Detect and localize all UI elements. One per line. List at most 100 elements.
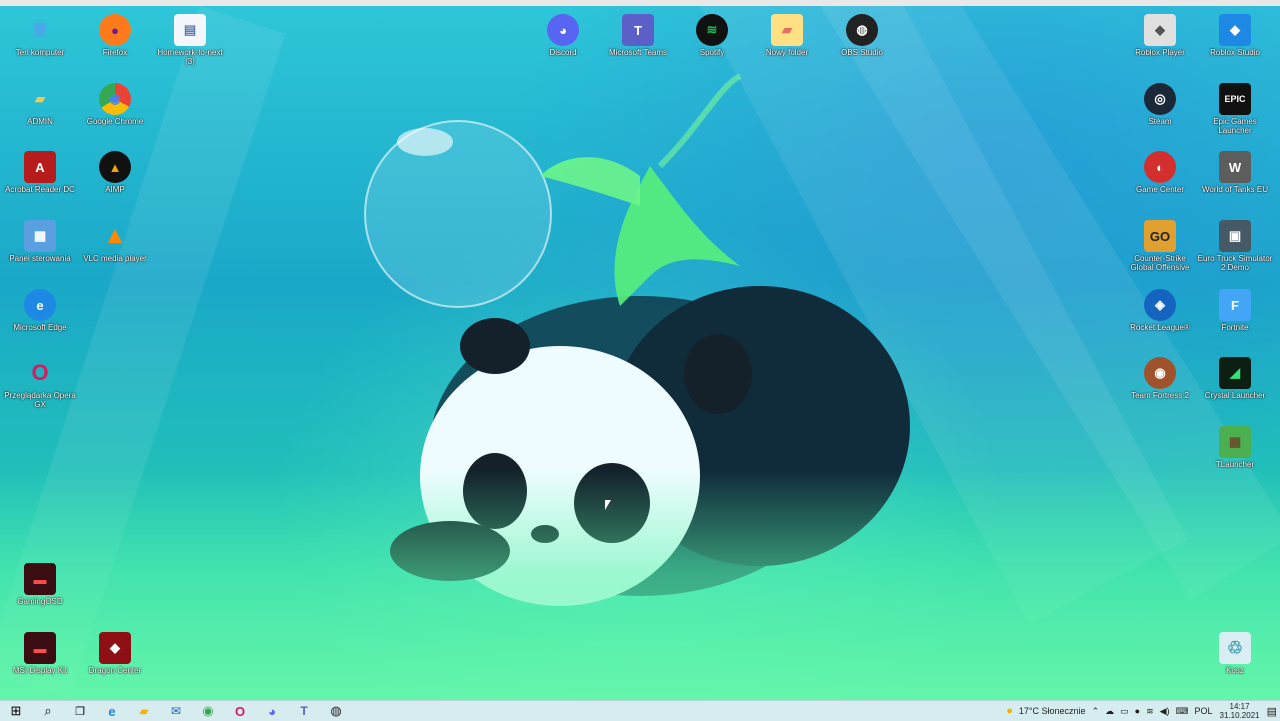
teams-icon: T xyxy=(300,704,308,718)
desktop-icon-label: Fortnite xyxy=(1221,323,1249,332)
language-indicator[interactable]: POL xyxy=(1195,706,1213,716)
desktop-icon-label: GamingOSD xyxy=(17,597,63,606)
edge-taskbar-button[interactable]: e xyxy=(96,701,128,721)
desktop-icon-fortnite[interactable]: F Fortnite xyxy=(1197,289,1273,332)
desktop-icon-team-fortress-2[interactable]: ◉ Team Fortress 2 xyxy=(1122,357,1198,400)
desktop-icon-msi-display-kit[interactable]: ▬ MSI Display Kit xyxy=(2,632,78,675)
desktop-icon-nowy-folder[interactable]: ▰ Nowy folder xyxy=(749,14,825,57)
firefox-icon: ● xyxy=(99,14,131,46)
discord-icon: ◕ xyxy=(268,703,276,719)
desktop-icon-tlauncher[interactable]: ▦ TLauncher xyxy=(1197,426,1273,469)
desktop-icon-label: Panel sterowania xyxy=(9,254,71,263)
task-view-button[interactable]: ❐ xyxy=(64,701,96,721)
desktop-icon-label: Firefox xyxy=(102,48,128,57)
desktop-icon-microsoft-edge[interactable]: e Microsoft Edge xyxy=(2,289,78,332)
keyboard-icon[interactable]: ⌨ xyxy=(1176,706,1189,717)
euro-truck-icon: ▣ xyxy=(1219,220,1251,252)
desktop-icon-microsoft-teams[interactable]: T Microsoft Teams xyxy=(600,14,676,57)
desktop-icon-opera-gx[interactable]: O Przeglądarka Opera GX xyxy=(2,357,78,409)
fortnite-icon: F xyxy=(1219,289,1251,321)
steam-icon: ◎ xyxy=(1144,83,1176,115)
desktop-icon-label: Crystal Launcher xyxy=(1204,391,1266,400)
system-tray: ● 17°C Słonecznie ⌃ ☁ ▭ ● ≋ ◀) ⌨ POL 14:… xyxy=(1003,701,1280,721)
mail-icon: ✉ xyxy=(170,704,182,718)
desktop-icon-epic-games[interactable]: EPIC Epic Games Launcher xyxy=(1197,83,1273,135)
desktop-icon-google-chrome[interactable]: ◉ Google Chrome xyxy=(77,83,153,126)
desktop-icon-label: Ten komputer xyxy=(15,48,65,57)
teams-icon: T xyxy=(622,14,654,46)
desktop-icon-panel-sterowania[interactable]: ▦ Panel sterowania xyxy=(2,220,78,263)
network-icon[interactable]: ☁ xyxy=(1105,706,1114,717)
desktop-icon-label: Dragon Center xyxy=(88,666,142,675)
desktop-icon-dragon-center[interactable]: ◆ Dragon Center xyxy=(77,632,153,675)
desktop-icon-label: Acrobat Reader DC xyxy=(5,185,75,194)
teams-taskbar-button[interactable]: T xyxy=(288,701,320,721)
search-icon: ⌕ xyxy=(44,703,52,718)
desktop-icon-label: Roblox Player xyxy=(1135,48,1185,57)
search-button[interactable]: ⌕ xyxy=(32,701,64,721)
explorer-taskbar-button[interactable]: ▰ xyxy=(128,701,160,721)
folder-icon: ▰ xyxy=(771,14,803,46)
desktop-icon-label: TLauncher xyxy=(1215,460,1255,469)
obs-icon: ◍ xyxy=(330,703,342,718)
start-button[interactable]: ⊞ xyxy=(0,701,32,721)
desktop-icon-admin[interactable]: ▰ ADMIN xyxy=(2,83,78,126)
desktop-icon-label: Team Fortress 2 xyxy=(1131,391,1189,400)
desktop-icon-roblox-player[interactable]: ◆ Roblox Player xyxy=(1122,14,1198,57)
desktop-icon-aimp[interactable]: ▲ AIMP xyxy=(77,151,153,194)
desktop-icon-kosz[interactable]: ♲ Kosz xyxy=(1197,632,1273,675)
recycle-bin-icon: ♲ xyxy=(1219,632,1251,664)
desktop-icon-label: Epic Games Launcher xyxy=(1213,117,1257,135)
clock-date: 31.10.2021 xyxy=(1219,711,1260,720)
desktop-icon-obs-studio[interactable]: ◍ OBS Studio xyxy=(824,14,900,57)
discord-taskbar-button[interactable]: ◕ xyxy=(256,701,288,721)
clock-time: 14:17 xyxy=(1229,702,1250,711)
computer-icon: 🖥 xyxy=(31,22,49,37)
wifi-icon[interactable]: ≋ xyxy=(1146,706,1154,717)
desktop-icon-label: Roblox Studio xyxy=(1210,48,1260,57)
desktop-icon-ten-komputer[interactable]: 🖥 Ten komputer xyxy=(2,14,78,57)
weather-widget[interactable]: 17°C Słonecznie xyxy=(1019,706,1086,716)
chrome-icon: ◉ xyxy=(99,83,131,115)
battery-icon[interactable]: ▭ xyxy=(1120,706,1129,717)
document-icon: ▤ xyxy=(174,14,206,46)
world-of-tanks-icon: W xyxy=(1219,151,1251,183)
desktop-icon-label: Counter-Strike Global Offensive xyxy=(1130,254,1190,272)
desktop-icon-crystal-launcher[interactable]: ◢ Crystal Launcher xyxy=(1197,357,1273,400)
aimp-icon: ▲ xyxy=(99,151,131,183)
desktop-icon-label: ADMIN xyxy=(27,117,53,126)
show-hidden-icons-icon[interactable]: ⌃ xyxy=(1092,706,1100,717)
folder-icon: ▰ xyxy=(139,704,149,718)
desktop-icon-rocket-league[interactable]: ◈ Rocket League® xyxy=(1122,289,1198,332)
desktop-icon-game-center[interactable]: ◐ Game Center xyxy=(1122,151,1198,194)
desktop-icon-homework[interactable]: ▤ Homework-to-next (3) xyxy=(152,14,228,66)
microphone-icon[interactable]: ● xyxy=(1135,706,1140,716)
gaming-osd-icon: ▬ xyxy=(24,563,56,595)
desktop-icon-steam[interactable]: ◎ Steam xyxy=(1122,83,1198,126)
chrome-taskbar-button[interactable]: ◉ xyxy=(192,701,224,721)
desktop-icon-vlc[interactable]: ▲ VLC media player xyxy=(77,220,153,263)
notifications-icon[interactable]: ▤ xyxy=(1267,705,1277,718)
desktop-icon-gamingosd[interactable]: ▬ GamingOSD xyxy=(2,563,78,606)
discord-icon: ◕ xyxy=(547,14,579,46)
vlc-icon: ▲ xyxy=(103,222,127,249)
desktop-icon-label: Euro Truck Simulator 2 Demo xyxy=(1197,254,1273,272)
desktop-icon-roblox-studio[interactable]: ◆ Roblox Studio xyxy=(1197,14,1273,57)
desktop-icon-euro-truck[interactable]: ▣ Euro Truck Simulator 2 Demo xyxy=(1197,220,1273,272)
desktop-icon-spotify[interactable]: ≋ Spotify xyxy=(674,14,750,57)
desktop-icon-discord[interactable]: ◕ Discord xyxy=(525,14,601,57)
desktop[interactable]: 🖥 Ten komputer ▰ ADMIN A Acrobat Reader … xyxy=(0,6,1280,700)
desktop-icon-firefox[interactable]: ● Firefox xyxy=(77,14,153,57)
desktop-icon-acrobat-reader[interactable]: A Acrobat Reader DC xyxy=(2,151,78,194)
volume-icon[interactable]: ◀) xyxy=(1160,706,1170,717)
desktop-icon-csgo[interactable]: GO Counter-Strike Global Offensive xyxy=(1122,220,1198,272)
clock[interactable]: 14:17 31.10.2021 xyxy=(1220,702,1260,720)
opera-taskbar-button[interactable]: O xyxy=(224,701,256,721)
roblox-studio-icon: ◆ xyxy=(1219,14,1251,46)
desktop-icon-label: Przeglądarka Opera GX xyxy=(4,391,76,409)
desktop-icon-label: Microsoft Teams xyxy=(608,48,668,57)
acrobat-icon: A xyxy=(24,151,56,183)
mail-taskbar-button[interactable]: ✉ xyxy=(160,701,192,721)
obs-taskbar-button[interactable]: ◍ xyxy=(320,701,352,721)
desktop-icon-world-of-tanks[interactable]: W World of Tanks EU xyxy=(1197,151,1273,194)
